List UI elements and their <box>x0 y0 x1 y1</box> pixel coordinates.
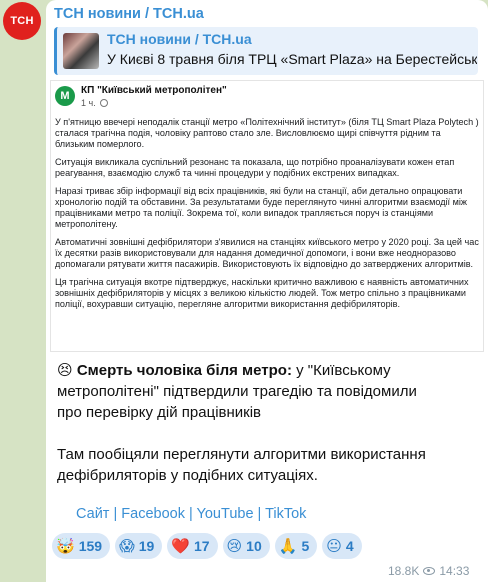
reply-preview[interactable]: ТСН новини / TCH.ua У Києві 8 травня біл… <box>54 27 478 75</box>
link-tiktok[interactable]: TikTok <box>265 506 306 522</box>
reaction-count: 17 <box>193 538 210 554</box>
reactions-bar: 🤯 159 😱 19 ❤️ 17 😢 10 🙏 5 😐 4 <box>52 533 362 559</box>
reaction-count: 10 <box>246 538 262 554</box>
post-paragraph: Автоматичні зовнішні дефібрилятори з'яви… <box>55 237 479 269</box>
post-time: 1 ч. <box>81 98 96 108</box>
reaction-exploding-head[interactable]: 🤯 159 <box>52 533 111 559</box>
avatar-text: ТСН <box>10 15 34 27</box>
message-bold: Смерть чоловіка біля метро: <box>76 362 292 379</box>
message-line2: Там пообіцяли переглянути алгоритми вико… <box>57 446 426 484</box>
post-meta: 1 ч. <box>81 98 108 108</box>
link-separator: | <box>184 506 197 522</box>
globe-icon <box>99 99 108 107</box>
reaction-count: 4 <box>345 538 354 554</box>
link-facebook[interactable]: Facebook <box>121 506 185 522</box>
post-paragraph: У п'ятницю ввечері неподалік станції мет… <box>55 117 479 149</box>
channel-avatar[interactable]: ТСН <box>3 2 41 40</box>
link-site[interactable]: Сайт <box>76 506 109 522</box>
reaction-neutral[interactable]: 😐 4 <box>322 533 362 559</box>
metro-logo: М <box>55 86 75 106</box>
post-author: КП "Київський метрополітен" <box>81 85 227 96</box>
reaction-pray[interactable]: 🙏 5 <box>274 533 318 559</box>
reaction-crying[interactable]: 😢 10 <box>222 533 270 559</box>
reaction-screaming[interactable]: 😱 19 <box>115 533 163 559</box>
message-time: 14:33 <box>439 564 470 578</box>
link-separator: | <box>253 506 266 522</box>
reaction-count: 19 <box>138 538 155 554</box>
reaction-count: 5 <box>301 538 310 554</box>
link-separator: | <box>109 506 122 522</box>
embedded-post-screenshot[interactable]: М КП "Київський метрополітен" 1 ч. У п'я… <box>50 80 484 352</box>
post-body: У п'ятницю ввечері неподалік станції мет… <box>55 117 481 317</box>
heart-icon: ❤️ <box>171 537 190 555</box>
persevering-face-icon: 😣 <box>57 362 73 379</box>
link-youtube[interactable]: YouTube <box>197 506 254 522</box>
neutral-face-icon: 😐 <box>326 537 342 555</box>
exploding-head-icon: 🤯 <box>56 537 75 555</box>
crying-face-icon: 😢 <box>226 537 243 555</box>
reaction-count: 159 <box>78 538 103 554</box>
eye-icon <box>423 567 436 575</box>
reply-thumbnail <box>63 33 99 69</box>
post-paragraph: Ситуація викликала суспільний резонанс т… <box>55 157 455 178</box>
folded-hands-icon: 🙏 <box>278 537 298 555</box>
post-paragraph: Ця трагічна ситуація вкотре підтверджує,… <box>55 277 469 309</box>
reply-title: ТСН новини / TCH.ua <box>107 31 252 47</box>
post-paragraph: Наразі триває збір інформації від всіх п… <box>55 186 467 229</box>
screaming-face-icon: 😱 <box>119 537 135 555</box>
message-text: 😣 Смерть чоловіка біля метро: у "Київськ… <box>57 360 437 507</box>
message-headline: 😣 Смерть чоловіка біля метро: у "Київськ… <box>57 360 437 423</box>
channel-name[interactable]: ТСН новини / TCH.ua <box>54 6 204 22</box>
reaction-heart[interactable]: ❤️ 17 <box>167 533 218 559</box>
reply-text: У Києві 8 травня біля ТРЦ «Smart Plaza» … <box>107 51 477 67</box>
view-count: 18.8K <box>388 564 420 578</box>
message-meta: 18.8K 14:33 <box>388 564 469 578</box>
link-row: Сайт | Facebook | YouTube | TikTok <box>76 506 306 522</box>
